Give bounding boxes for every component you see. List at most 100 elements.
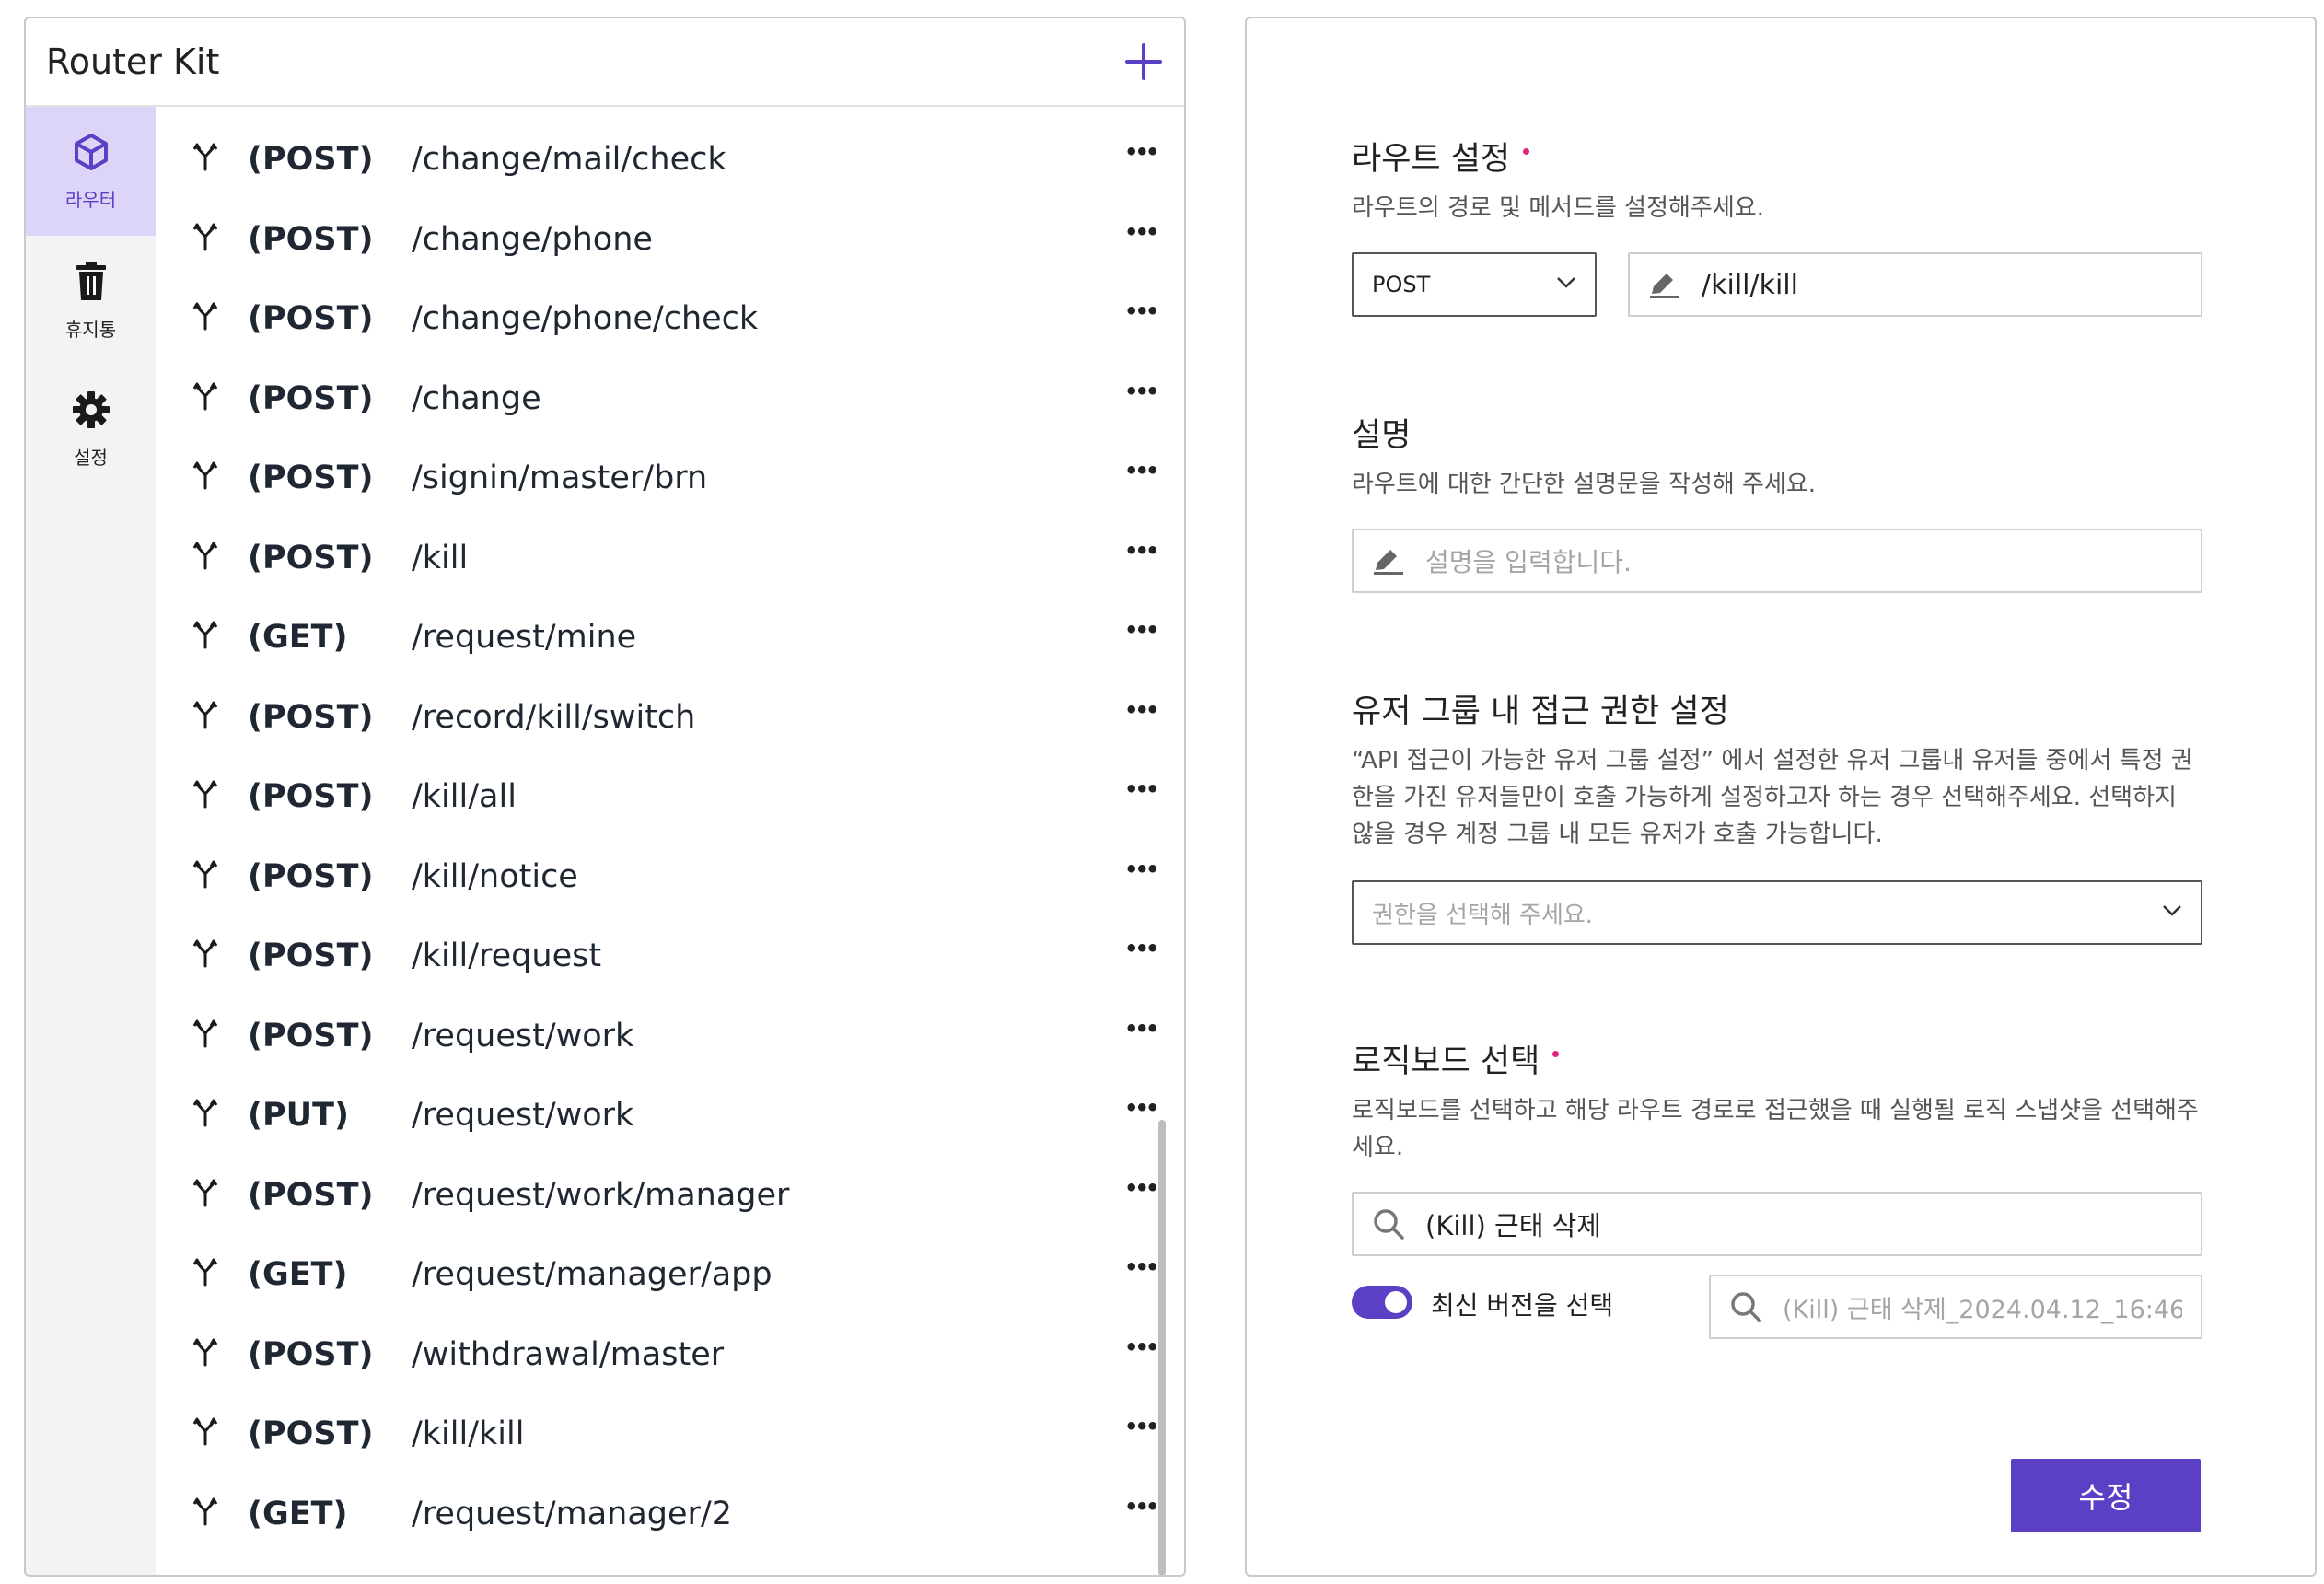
sidebar-item-trash[interactable]: 휴지통 <box>26 236 156 365</box>
permission-select[interactable]: 권한을 선택해 주세요. <box>1352 880 2202 945</box>
route-fork-icon <box>192 142 218 176</box>
more-options-icon[interactable]: ••• <box>1126 694 1158 726</box>
more-options-icon[interactable]: ••• <box>1126 1172 1158 1204</box>
route-fork-icon <box>192 1019 218 1053</box>
route-row[interactable]: (GET) /request/mine ••• <box>156 598 1184 678</box>
permission-title: 유저 그룹 내 접근 권한 설정 <box>1352 693 1729 730</box>
search-icon <box>1729 1290 1762 1323</box>
route-fork-icon <box>192 1497 218 1531</box>
route-path-input[interactable]: /kill/kill <box>1628 252 2202 317</box>
add-route-button[interactable] <box>1121 40 1166 84</box>
snapshot-placeholder: (Kill) 근태 삭제_2024.04.12_16:46:4 <box>1783 1295 2182 1324</box>
logicboard-desc: 로직보드를 선택하고 해당 라우트 경로로 접근했을 때 실행될 로직 스냅샷을… <box>1352 1097 2199 1161</box>
route-fork-icon <box>192 222 218 256</box>
snapshot-search-input[interactable]: (Kill) 근태 삭제_2024.04.12_16:46:4 <box>1709 1275 2202 1339</box>
route-row[interactable]: (PUT) /request/work ••• <box>156 1076 1184 1156</box>
route-row[interactable]: (GET) /request/manager/app ••• <box>156 1235 1184 1315</box>
route-path: /signin/master/brn <box>412 460 708 497</box>
more-options-icon[interactable]: ••• <box>1126 296 1158 327</box>
panel-header: Router Kit <box>26 18 1184 107</box>
more-options-icon[interactable]: ••• <box>1126 1332 1158 1363</box>
route-row[interactable]: (POST) /change ••• <box>156 359 1184 439</box>
route-path: /change <box>412 379 541 417</box>
route-list: (POST) /change/mail/check ••• (POST) /change… <box>156 107 1184 1575</box>
permission-placeholder: 권한을 선택해 주세요. <box>1372 901 1594 929</box>
route-row[interactable]: (POST) /change/mail/check ••• <box>156 120 1184 200</box>
route-fork-icon <box>192 620 218 654</box>
sidebar-item-router[interactable]: 라우터 <box>26 107 156 236</box>
scrollbar-thumb[interactable] <box>1158 1120 1166 1575</box>
more-options-icon[interactable]: ••• <box>1126 614 1158 646</box>
route-method: (GET) <box>248 1495 348 1532</box>
route-row[interactable]: (POST) /change/phone/check ••• <box>156 279 1184 359</box>
route-row[interactable]: (POST) /change/phone ••• <box>156 200 1184 280</box>
route-path-value: /kill/kill <box>1702 268 1798 301</box>
sidebar-item-settings[interactable]: 설정 <box>26 365 156 494</box>
more-options-icon[interactable]: ••• <box>1126 535 1158 566</box>
route-row[interactable]: (POST) /kill/notice ••• <box>156 837 1184 917</box>
description-desc: 라우트에 대한 간단한 설명문을 작성해 주세요. <box>1352 471 1817 498</box>
route-method: (POST) <box>248 778 374 816</box>
route-path: /kill/all <box>412 778 517 816</box>
route-method: (POST) <box>248 141 374 179</box>
more-options-icon[interactable]: ••• <box>1126 774 1158 805</box>
route-path: /change/phone/check <box>412 300 759 338</box>
required-dot <box>1523 147 1530 155</box>
submit-button[interactable]: 수정 <box>2011 1459 2201 1532</box>
route-row[interactable]: (POST) /kill/all ••• <box>156 757 1184 837</box>
more-options-icon[interactable]: ••• <box>1126 216 1158 248</box>
more-options-icon[interactable]: ••• <box>1126 854 1158 885</box>
route-fork-icon <box>192 1416 218 1450</box>
route-row[interactable]: (POST) /kill/request ••• <box>156 916 1184 996</box>
description-input[interactable]: 설명을 입력합니다. <box>1352 529 2202 593</box>
more-options-icon[interactable]: ••• <box>1126 376 1158 407</box>
route-path: /kill/kill <box>412 1415 525 1453</box>
route-method: (POST) <box>248 1335 374 1373</box>
more-options-icon[interactable]: ••• <box>1126 1411 1158 1442</box>
latest-version-toggle[interactable] <box>1352 1286 1412 1319</box>
side-nav: 라우터 휴지통 설정 <box>26 107 156 1575</box>
route-path: /change/phone <box>412 220 653 258</box>
more-options-icon[interactable]: ••• <box>1126 933 1158 964</box>
app-title: Router Kit <box>46 41 220 82</box>
route-path: /request/manager/app <box>412 1256 773 1294</box>
more-options-icon[interactable]: ••• <box>1126 455 1158 486</box>
route-fork-icon <box>192 381 218 415</box>
method-select[interactable]: POST <box>1352 252 1597 317</box>
route-row[interactable]: (POST) /withdrawal/master ••• <box>156 1315 1184 1395</box>
more-options-icon[interactable]: ••• <box>1126 1013 1158 1044</box>
more-options-icon[interactable]: ••• <box>1126 1092 1158 1124</box>
route-row[interactable]: (POST) /record/kill/switch ••• <box>156 678 1184 758</box>
pencil-icon <box>1372 546 1405 576</box>
route-fork-icon <box>192 301 218 335</box>
route-fork-icon <box>192 1178 218 1212</box>
route-method: (POST) <box>248 1415 374 1453</box>
route-row[interactable]: (POST) /request/work ••• <box>156 996 1184 1077</box>
logicboard-search-input[interactable]: (Kill) 근태 삭제 <box>1352 1192 2202 1256</box>
description-placeholder: 설명을 입력합니다. <box>1425 547 1632 577</box>
more-options-icon[interactable]: ••• <box>1126 136 1158 168</box>
search-icon <box>1372 1207 1405 1240</box>
route-method: (PUT) <box>248 1097 349 1135</box>
route-path: /request/work/manager <box>412 1176 790 1214</box>
route-method: (GET) <box>248 1256 348 1294</box>
sidebar-item-label: 설정 <box>74 446 108 469</box>
sidebar-item-label: 라우터 <box>64 188 117 211</box>
more-options-icon[interactable]: ••• <box>1126 1491 1158 1522</box>
chevron-down-icon <box>2162 904 2182 922</box>
required-dot <box>1552 1050 1560 1057</box>
more-options-icon[interactable]: ••• <box>1126 1252 1158 1283</box>
route-setting-title: 라우트 설정 <box>1352 133 1530 180</box>
route-path: /withdrawal/master <box>412 1335 725 1373</box>
route-method: (POST) <box>248 379 374 417</box>
pencil-icon <box>1648 270 1681 299</box>
route-row[interactable]: (GET) /request/manager/2 ••• <box>156 1474 1184 1555</box>
route-row[interactable]: (POST) /signin/master/brn ••• <box>156 438 1184 518</box>
route-row[interactable]: (POST) /request/work/manager ••• <box>156 1156 1184 1236</box>
route-fork-icon <box>192 859 218 893</box>
sidebar-item-label: 휴지통 <box>64 318 117 341</box>
route-row[interactable]: (POST) /kill ••• <box>156 518 1184 599</box>
app-root: Router Kit 라우터 휴지통 설정 (POST) /change/mai… <box>0 0 2324 1584</box>
route-method: (GET) <box>248 619 348 657</box>
route-row[interactable]: (POST) /kill/kill ••• <box>156 1394 1184 1474</box>
